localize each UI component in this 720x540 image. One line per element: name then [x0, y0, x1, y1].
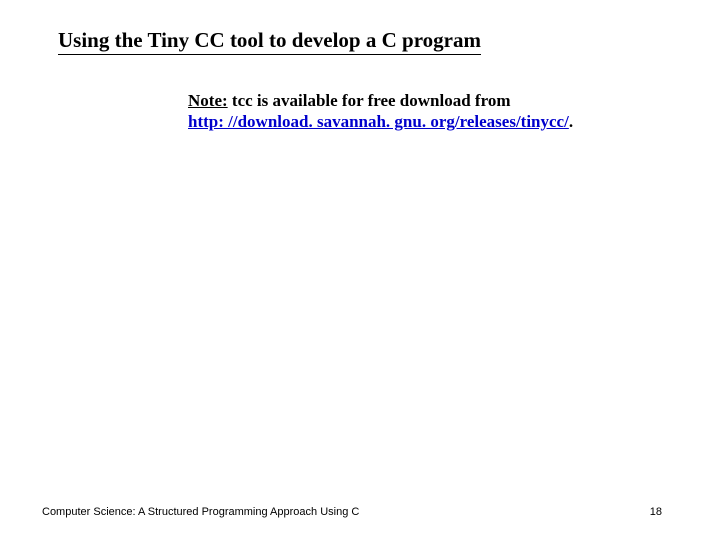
note-period: .: [569, 112, 573, 131]
download-link[interactable]: http: //download. savannah. gnu. org/rel…: [188, 112, 569, 131]
slide-title: Using the Tiny CC tool to develop a C pr…: [58, 28, 481, 55]
page-number: 18: [650, 506, 662, 518]
slide: Using the Tiny CC tool to develop a C pr…: [0, 0, 720, 540]
note-block: Note: tcc is available for free download…: [188, 90, 573, 133]
note-label: Note:: [188, 91, 228, 110]
footer-text: Computer Science: A Structured Programmi…: [42, 506, 359, 518]
note-text: tcc is available for free download from: [228, 91, 511, 110]
